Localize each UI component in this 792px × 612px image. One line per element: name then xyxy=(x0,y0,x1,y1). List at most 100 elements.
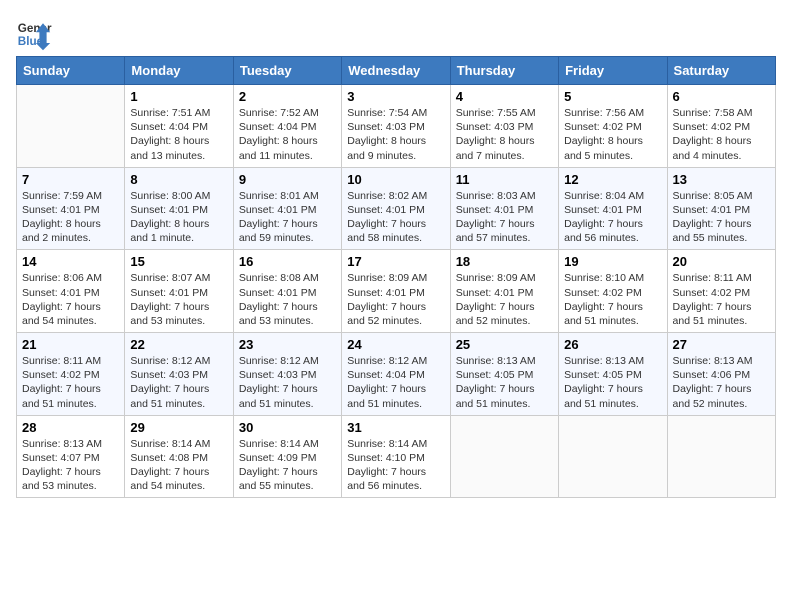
day-info: Sunrise: 7:51 AMSunset: 4:04 PMDaylight:… xyxy=(130,107,210,162)
calendar-cell: 26 Sunrise: 8:13 AMSunset: 4:05 PMDaylig… xyxy=(559,333,667,416)
day-number: 1 xyxy=(130,89,227,104)
calendar-cell: 30 Sunrise: 8:14 AMSunset: 4:09 PMDaylig… xyxy=(233,415,341,498)
day-info: Sunrise: 8:01 AMSunset: 4:01 PMDaylight:… xyxy=(239,190,319,245)
col-header-tuesday: Tuesday xyxy=(233,57,341,85)
day-number: 9 xyxy=(239,172,336,187)
day-info: Sunrise: 7:58 AMSunset: 4:02 PMDaylight:… xyxy=(673,107,753,162)
calendar-cell: 14 Sunrise: 8:06 AMSunset: 4:01 PMDaylig… xyxy=(17,250,125,333)
calendar-cell: 25 Sunrise: 8:13 AMSunset: 4:05 PMDaylig… xyxy=(450,333,558,416)
day-number: 20 xyxy=(673,254,770,269)
day-info: Sunrise: 8:04 AMSunset: 4:01 PMDaylight:… xyxy=(564,190,644,245)
day-info: Sunrise: 8:14 AMSunset: 4:08 PMDaylight:… xyxy=(130,438,210,493)
day-number: 5 xyxy=(564,89,661,104)
logo: General Blue xyxy=(16,16,52,52)
calendar-cell: 5 Sunrise: 7:56 AMSunset: 4:02 PMDayligh… xyxy=(559,85,667,168)
day-number: 26 xyxy=(564,337,661,352)
day-number: 13 xyxy=(673,172,770,187)
day-number: 7 xyxy=(22,172,119,187)
day-info: Sunrise: 8:07 AMSunset: 4:01 PMDaylight:… xyxy=(130,272,210,327)
col-header-monday: Monday xyxy=(125,57,233,85)
day-info: Sunrise: 8:14 AMSunset: 4:10 PMDaylight:… xyxy=(347,438,427,493)
day-info: Sunrise: 8:02 AMSunset: 4:01 PMDaylight:… xyxy=(347,190,427,245)
day-info: Sunrise: 8:12 AMSunset: 4:03 PMDaylight:… xyxy=(130,355,210,410)
calendar-cell: 15 Sunrise: 8:07 AMSunset: 4:01 PMDaylig… xyxy=(125,250,233,333)
day-number: 28 xyxy=(22,420,119,435)
calendar-cell: 22 Sunrise: 8:12 AMSunset: 4:03 PMDaylig… xyxy=(125,333,233,416)
calendar-cell: 16 Sunrise: 8:08 AMSunset: 4:01 PMDaylig… xyxy=(233,250,341,333)
day-info: Sunrise: 8:11 AMSunset: 4:02 PMDaylight:… xyxy=(22,355,101,410)
day-number: 27 xyxy=(673,337,770,352)
day-number: 29 xyxy=(130,420,227,435)
calendar-cell: 8 Sunrise: 8:00 AMSunset: 4:01 PMDayligh… xyxy=(125,167,233,250)
calendar-table: SundayMondayTuesdayWednesdayThursdayFrid… xyxy=(16,56,776,498)
day-info: Sunrise: 8:11 AMSunset: 4:02 PMDaylight:… xyxy=(673,272,752,327)
col-header-sunday: Sunday xyxy=(17,57,125,85)
day-number: 10 xyxy=(347,172,444,187)
calendar-cell: 31 Sunrise: 8:14 AMSunset: 4:10 PMDaylig… xyxy=(342,415,450,498)
calendar-cell xyxy=(559,415,667,498)
calendar-cell: 10 Sunrise: 8:02 AMSunset: 4:01 PMDaylig… xyxy=(342,167,450,250)
calendar-cell: 9 Sunrise: 8:01 AMSunset: 4:01 PMDayligh… xyxy=(233,167,341,250)
day-number: 14 xyxy=(22,254,119,269)
day-number: 19 xyxy=(564,254,661,269)
calendar-cell xyxy=(450,415,558,498)
calendar-cell: 29 Sunrise: 8:14 AMSunset: 4:08 PMDaylig… xyxy=(125,415,233,498)
day-number: 18 xyxy=(456,254,553,269)
day-number: 12 xyxy=(564,172,661,187)
day-info: Sunrise: 8:13 AMSunset: 4:06 PMDaylight:… xyxy=(673,355,753,410)
calendar-cell: 28 Sunrise: 8:13 AMSunset: 4:07 PMDaylig… xyxy=(17,415,125,498)
day-info: Sunrise: 7:56 AMSunset: 4:02 PMDaylight:… xyxy=(564,107,644,162)
day-info: Sunrise: 8:12 AMSunset: 4:04 PMDaylight:… xyxy=(347,355,427,410)
day-info: Sunrise: 8:13 AMSunset: 4:07 PMDaylight:… xyxy=(22,438,102,493)
day-number: 2 xyxy=(239,89,336,104)
day-info: Sunrise: 8:03 AMSunset: 4:01 PMDaylight:… xyxy=(456,190,536,245)
day-number: 17 xyxy=(347,254,444,269)
day-info: Sunrise: 8:09 AMSunset: 4:01 PMDaylight:… xyxy=(347,272,427,327)
day-info: Sunrise: 8:14 AMSunset: 4:09 PMDaylight:… xyxy=(239,438,319,493)
calendar-cell xyxy=(17,85,125,168)
calendar-cell: 18 Sunrise: 8:09 AMSunset: 4:01 PMDaylig… xyxy=(450,250,558,333)
calendar-cell: 2 Sunrise: 7:52 AMSunset: 4:04 PMDayligh… xyxy=(233,85,341,168)
col-header-saturday: Saturday xyxy=(667,57,775,85)
day-number: 3 xyxy=(347,89,444,104)
day-number: 25 xyxy=(456,337,553,352)
day-info: Sunrise: 8:13 AMSunset: 4:05 PMDaylight:… xyxy=(456,355,536,410)
day-number: 8 xyxy=(130,172,227,187)
day-info: Sunrise: 7:55 AMSunset: 4:03 PMDaylight:… xyxy=(456,107,536,162)
col-header-thursday: Thursday xyxy=(450,57,558,85)
day-number: 23 xyxy=(239,337,336,352)
page-header: General Blue xyxy=(16,16,776,52)
calendar-cell: 21 Sunrise: 8:11 AMSunset: 4:02 PMDaylig… xyxy=(17,333,125,416)
day-info: Sunrise: 8:10 AMSunset: 4:02 PMDaylight:… xyxy=(564,272,644,327)
day-number: 31 xyxy=(347,420,444,435)
calendar-cell xyxy=(667,415,775,498)
day-number: 21 xyxy=(22,337,119,352)
calendar-cell: 12 Sunrise: 8:04 AMSunset: 4:01 PMDaylig… xyxy=(559,167,667,250)
col-header-friday: Friday xyxy=(559,57,667,85)
calendar-cell: 11 Sunrise: 8:03 AMSunset: 4:01 PMDaylig… xyxy=(450,167,558,250)
calendar-cell: 7 Sunrise: 7:59 AMSunset: 4:01 PMDayligh… xyxy=(17,167,125,250)
day-info: Sunrise: 8:08 AMSunset: 4:01 PMDaylight:… xyxy=(239,272,319,327)
calendar-cell: 20 Sunrise: 8:11 AMSunset: 4:02 PMDaylig… xyxy=(667,250,775,333)
day-info: Sunrise: 8:00 AMSunset: 4:01 PMDaylight:… xyxy=(130,190,210,245)
col-header-wednesday: Wednesday xyxy=(342,57,450,85)
day-number: 30 xyxy=(239,420,336,435)
day-number: 11 xyxy=(456,172,553,187)
day-info: Sunrise: 8:06 AMSunset: 4:01 PMDaylight:… xyxy=(22,272,102,327)
calendar-cell: 27 Sunrise: 8:13 AMSunset: 4:06 PMDaylig… xyxy=(667,333,775,416)
calendar-cell: 23 Sunrise: 8:12 AMSunset: 4:03 PMDaylig… xyxy=(233,333,341,416)
day-info: Sunrise: 8:13 AMSunset: 4:05 PMDaylight:… xyxy=(564,355,644,410)
calendar-cell: 24 Sunrise: 8:12 AMSunset: 4:04 PMDaylig… xyxy=(342,333,450,416)
day-number: 4 xyxy=(456,89,553,104)
day-info: Sunrise: 7:54 AMSunset: 4:03 PMDaylight:… xyxy=(347,107,427,162)
day-number: 16 xyxy=(239,254,336,269)
day-info: Sunrise: 8:12 AMSunset: 4:03 PMDaylight:… xyxy=(239,355,319,410)
calendar-cell: 3 Sunrise: 7:54 AMSunset: 4:03 PMDayligh… xyxy=(342,85,450,168)
calendar-cell: 17 Sunrise: 8:09 AMSunset: 4:01 PMDaylig… xyxy=(342,250,450,333)
calendar-cell: 1 Sunrise: 7:51 AMSunset: 4:04 PMDayligh… xyxy=(125,85,233,168)
day-info: Sunrise: 8:05 AMSunset: 4:01 PMDaylight:… xyxy=(673,190,753,245)
day-info: Sunrise: 7:59 AMSunset: 4:01 PMDaylight:… xyxy=(22,190,102,245)
day-number: 24 xyxy=(347,337,444,352)
day-number: 15 xyxy=(130,254,227,269)
logo-icon: General Blue xyxy=(16,16,52,52)
